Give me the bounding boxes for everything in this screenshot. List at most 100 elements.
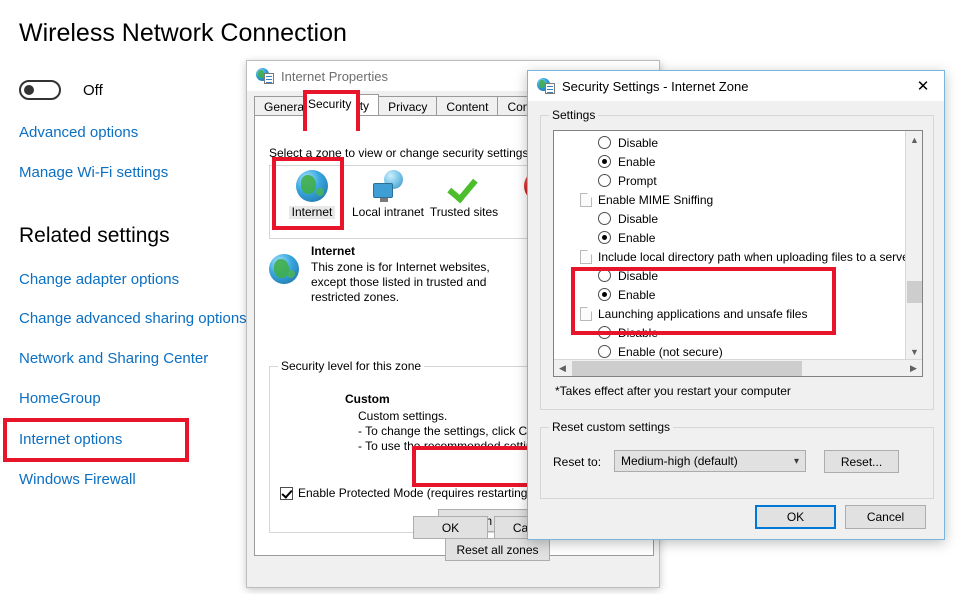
restart-footnote: *Takes effect after you restart your com…	[555, 384, 791, 398]
link-change-adapter-options[interactable]: Change adapter options	[19, 271, 179, 288]
list-item-label: Disable	[618, 325, 659, 340]
security-settings-list[interactable]: Disable Enable Prompt Enable MIME Sniffi…	[553, 130, 923, 377]
reset-to-value: Medium-high (default)	[621, 454, 738, 468]
list-item[interactable]: Launching applications and unsafe files	[554, 304, 906, 323]
security-settings-icon	[537, 78, 555, 94]
security-level-name: Custom	[345, 392, 390, 406]
scroll-down-icon[interactable]: ▼	[906, 343, 922, 360]
link-internet-options[interactable]: Internet options	[19, 431, 122, 448]
list-item-label: Enable (not secure)	[618, 344, 723, 359]
link-network-and-sharing-center[interactable]: Network and Sharing Center	[19, 350, 208, 367]
link-windows-firewall[interactable]: Windows Firewall	[19, 471, 136, 488]
radio-icon[interactable]	[598, 269, 611, 282]
reset-custom-settings-group: Reset custom settings Reset to: Medium-h…	[540, 420, 934, 499]
page-title: Wireless Network Connection	[19, 19, 347, 47]
list-item-label: Launching applications and unsafe files	[598, 306, 808, 321]
zone-trusted-sites-label: Trusted sites	[429, 205, 499, 219]
list-item[interactable]: Enable	[554, 152, 906, 171]
highlight-security-tab-label[interactable]: Security	[308, 97, 351, 111]
list-item-label: Disable	[618, 135, 659, 150]
scroll-up-icon[interactable]: ▲	[906, 131, 922, 148]
vertical-scroll-thumb[interactable]	[907, 281, 922, 303]
internet-properties-icon	[256, 68, 274, 84]
wifi-toggle-switch[interactable]	[19, 80, 61, 100]
settings-group: Settings Disable Enable Prompt Enable MI…	[540, 108, 934, 410]
close-icon[interactable]: ✕	[902, 71, 944, 101]
scroll-right-icon[interactable]: ▶	[905, 360, 922, 376]
globe-icon	[296, 170, 328, 202]
list-item-label: Enable	[618, 154, 656, 169]
reset-button[interactable]: Reset...	[824, 450, 899, 473]
radio-icon[interactable]	[598, 345, 611, 358]
link-change-advanced-sharing-options[interactable]: Change advanced sharing options	[19, 310, 247, 327]
ip-ok-button[interactable]: OK	[413, 516, 488, 539]
internet-properties-title: Internet Properties	[281, 68, 388, 84]
list-item[interactable]: Disable	[554, 133, 906, 152]
radio-icon[interactable]	[598, 231, 611, 244]
chevron-down-icon: ▾	[793, 455, 799, 467]
reset-custom-settings-label: Reset custom settings	[549, 420, 674, 434]
settings-group-label: Settings	[549, 108, 599, 122]
radio-icon[interactable]	[598, 326, 611, 339]
link-homegroup[interactable]: HomeGroup	[19, 390, 101, 407]
radio-icon[interactable]	[598, 212, 611, 225]
wifi-toggle-knob	[24, 85, 34, 95]
list-horizontal-scrollbar[interactable]: ◀ ▶	[554, 359, 922, 376]
enable-protected-mode-label: Enable Protected Mode (requires restarti…	[298, 486, 535, 500]
tab-content[interactable]: Content	[436, 96, 499, 117]
tab-privacy-label: Privacy	[388, 100, 428, 114]
radio-icon[interactable]	[598, 174, 611, 187]
scroll-left-icon[interactable]: ◀	[554, 360, 571, 376]
list-item-label: Disable	[618, 268, 659, 283]
link-manage-wifi-settings[interactable]: Manage Wi-Fi settings	[19, 164, 168, 181]
list-item-label: Prompt	[618, 173, 657, 188]
ss-cancel-button-label: Cancel	[866, 510, 905, 524]
list-vertical-scrollbar[interactable]: ▲ ▼	[905, 131, 922, 360]
tab-content-label: Content	[446, 100, 489, 114]
wifi-toggle[interactable]: Off	[19, 80, 103, 100]
setting-doc-icon	[580, 192, 592, 207]
zone-prompt: Select a zone to view or change security…	[269, 146, 532, 160]
link-advanced-options[interactable]: Advanced options	[19, 124, 138, 141]
tab-privacy[interactable]: Privacy	[378, 96, 438, 117]
ss-ok-button[interactable]: OK	[755, 505, 836, 529]
reset-button-label: Reset...	[840, 454, 883, 469]
list-item-label: Enable	[618, 287, 656, 302]
enable-protected-mode-row[interactable]: Enable Protected Mode (requires restarti…	[280, 486, 534, 500]
radio-icon[interactable]	[598, 136, 611, 149]
list-item[interactable]: Enable MIME Sniffing	[554, 190, 906, 209]
radio-icon[interactable]	[598, 288, 611, 301]
zone-trusted-sites[interactable]: Trusted sites	[426, 166, 502, 238]
ss-cancel-button[interactable]: Cancel	[845, 505, 926, 529]
list-item-label: Disable	[618, 211, 659, 226]
zone-local-intranet[interactable]: Local intranet	[350, 166, 426, 238]
zone-detail-icon	[269, 254, 303, 288]
zone-detail-name: Internet	[311, 244, 356, 258]
list-item[interactable]: Prompt	[554, 171, 906, 190]
reset-all-zones-button[interactable]: Reset all zones	[445, 538, 550, 561]
list-item-label: Enable	[618, 230, 656, 245]
list-item-label: Include local directory path when upload…	[598, 249, 913, 264]
reset-all-zones-button-label: Reset all zones	[456, 542, 539, 557]
zone-detail-description: This zone is for Internet websites, exce…	[311, 260, 490, 304]
list-item[interactable]: Include local directory path when upload…	[554, 247, 913, 266]
list-item[interactable]: Disable	[554, 323, 906, 342]
list-item[interactable]: Enable	[554, 285, 906, 304]
list-item[interactable]: Enable	[554, 228, 906, 247]
enable-protected-mode-checkbox[interactable]	[280, 486, 293, 500]
horizontal-scroll-thumb[interactable]	[572, 361, 802, 376]
reset-to-label: Reset to:	[553, 455, 602, 469]
list-item[interactable]: Disable	[554, 209, 906, 228]
check-icon	[448, 170, 480, 202]
zone-internet[interactable]: Internet	[274, 166, 350, 238]
zone-internet-label: Internet	[288, 206, 336, 219]
ip-ok-button-label: OK	[441, 520, 460, 535]
reset-to-combobox[interactable]: Medium-high (default) ▾	[614, 450, 806, 472]
wifi-toggle-state-label: Off	[83, 81, 103, 99]
security-settings-title: Security Settings - Internet Zone	[562, 78, 749, 94]
radio-icon[interactable]	[598, 155, 611, 168]
setting-doc-icon	[580, 306, 592, 321]
related-settings-heading: Related settings	[19, 224, 170, 247]
zone-detail: Internet This zone is for Internet websi…	[269, 244, 501, 305]
list-item[interactable]: Disable	[554, 266, 906, 285]
